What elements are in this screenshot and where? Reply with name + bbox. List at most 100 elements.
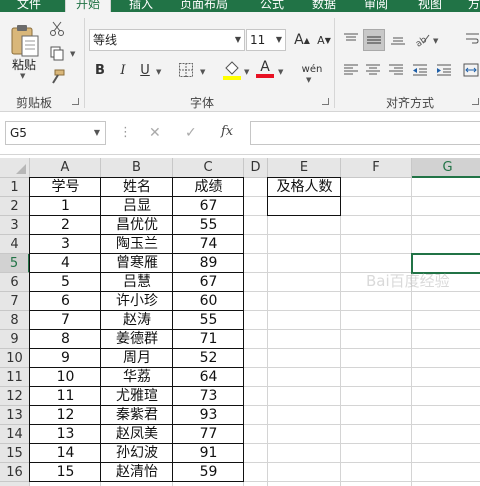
cell-e7[interactable] [268, 292, 341, 311]
cell-b11[interactable]: 华荔 [101, 368, 173, 387]
cell-c10[interactable]: 52 [173, 349, 244, 368]
cell-a2[interactable]: 1 [30, 197, 101, 216]
row-header-11[interactable]: 11 [0, 368, 30, 387]
tab-file[interactable]: 文件 [17, 0, 41, 12]
cell-a9[interactable]: 8 [30, 330, 101, 349]
clipboard-launcher-icon[interactable] [72, 98, 79, 105]
align-bottom-icon[interactable] [388, 29, 408, 49]
cell-e5[interactable] [268, 254, 341, 273]
cell-e1[interactable]: 及格人数 [268, 178, 341, 197]
underline-button[interactable]: U [135, 60, 155, 80]
fill-color-dropdown-icon[interactable]: ▼ [244, 68, 249, 76]
row-header-2[interactable]: 2 [0, 197, 30, 216]
cell-b12[interactable]: 尤雅瑄 [101, 387, 173, 406]
cell-e13[interactable] [268, 406, 341, 425]
cell-a4[interactable]: 3 [30, 235, 101, 254]
column-header-a[interactable]: A [30, 158, 101, 178]
row-header-9[interactable]: 9 [0, 330, 30, 349]
cell-a16[interactable]: 15 [30, 463, 101, 482]
cell-c12[interactable]: 73 [173, 387, 244, 406]
increase-indent-icon[interactable] [434, 60, 454, 80]
cell-a6[interactable]: 5 [30, 273, 101, 292]
font-size-select[interactable]: 11 ▼ [246, 29, 286, 51]
tab-page-layout[interactable]: 页面布局 [180, 0, 228, 12]
cell-c16[interactable]: 59 [173, 463, 244, 482]
row-header-14[interactable]: 14 [0, 425, 30, 444]
tab-home[interactable]: 开始 [65, 0, 112, 12]
font-name-select[interactable]: 等线 ▼ [89, 29, 245, 51]
cell-b6[interactable]: 吕慧 [101, 273, 173, 292]
copy-icon[interactable] [48, 44, 66, 62]
cell-a11[interactable]: 10 [30, 368, 101, 387]
cell-a7[interactable]: 6 [30, 292, 101, 311]
font-color-button[interactable]: A [255, 58, 275, 80]
cell-b14[interactable]: 赵凤美 [101, 425, 173, 444]
cancel-icon[interactable]: ✕ [149, 125, 161, 141]
cell-b10[interactable]: 周月 [101, 349, 173, 368]
cell-e3[interactable] [268, 216, 341, 235]
tab-formulas[interactable]: 公式 [260, 0, 284, 12]
cell-c15[interactable]: 91 [173, 444, 244, 463]
shrink-font-button[interactable]: A ▼ [314, 30, 334, 50]
worksheet-grid[interactable]: A B C D E F G 1 2 3 4 5 6 7 8 9 10 11 12 13 14 15 16 学号 姓名 成绩 及格人数… [0, 158, 480, 486]
cell-e11[interactable] [268, 368, 341, 387]
cell-a10[interactable]: 9 [30, 349, 101, 368]
cell-e6[interactable] [268, 273, 341, 292]
phonetic-dropdown-icon[interactable]: ▼ [306, 76, 311, 84]
align-top-icon[interactable] [341, 29, 361, 49]
decrease-indent-icon[interactable] [410, 60, 430, 80]
cell-a13[interactable]: 12 [30, 406, 101, 425]
row-header-16[interactable]: 16 [0, 463, 30, 482]
row-header-5[interactable]: 5 [0, 254, 30, 273]
cell-c3[interactable]: 55 [173, 216, 244, 235]
cell-c9[interactable]: 71 [173, 330, 244, 349]
cell-b2[interactable]: 吕显 [101, 197, 173, 216]
cell-c11[interactable]: 64 [173, 368, 244, 387]
tab-insert[interactable]: 插入 [129, 0, 153, 12]
cell-b3[interactable]: 昌优优 [101, 216, 173, 235]
align-center-icon[interactable] [363, 60, 383, 80]
row-header-6[interactable]: 6 [0, 273, 30, 292]
cell-a15[interactable]: 14 [30, 444, 101, 463]
italic-button[interactable]: I [113, 60, 133, 80]
paste-dropdown-icon[interactable]: ▼ [20, 72, 25, 80]
cell-c2[interactable]: 67 [173, 197, 244, 216]
tab-review[interactable]: 审阅 [364, 0, 388, 12]
cell-b16[interactable]: 赵清怡 [101, 463, 173, 482]
cell-b15[interactable]: 孙幻波 [101, 444, 173, 463]
orientation-icon[interactable]: ab [412, 29, 432, 49]
formula-input[interactable] [250, 121, 480, 145]
select-all-corner[interactable] [0, 158, 30, 178]
phonetic-button[interactable]: wén [298, 59, 326, 79]
cell-a14[interactable]: 13 [30, 425, 101, 444]
cell-b1[interactable]: 姓名 [101, 178, 173, 197]
align-middle-icon[interactable] [363, 29, 385, 51]
column-header-e[interactable]: E [268, 158, 341, 178]
cell-b4[interactable]: 陶玉兰 [101, 235, 173, 254]
cell-e16[interactable] [268, 463, 341, 482]
cell-b9[interactable]: 姜德群 [101, 330, 173, 349]
insert-function-icon[interactable]: fx [221, 124, 233, 139]
row-header[interactable] [0, 482, 30, 486]
bold-button[interactable]: B [90, 60, 110, 80]
border-icon[interactable] [177, 61, 195, 79]
enter-icon[interactable]: ✓ [185, 125, 197, 141]
cell-a3[interactable]: 2 [30, 216, 101, 235]
grow-font-button[interactable]: A ▲ [292, 30, 312, 50]
merge-center-icon[interactable] [462, 60, 480, 80]
row-header-12[interactable]: 12 [0, 387, 30, 406]
cell-b5[interactable]: 曾寒雁 [101, 254, 173, 273]
cell-e10[interactable] [268, 349, 341, 368]
alignment-launcher-icon[interactable] [472, 98, 479, 105]
column-header-c[interactable]: C [173, 158, 244, 178]
cell-e15[interactable] [268, 444, 341, 463]
column-header-g[interactable]: G [412, 158, 480, 178]
cell-e4[interactable] [268, 235, 341, 254]
cell-c8[interactable]: 55 [173, 311, 244, 330]
paste-icon[interactable] [8, 22, 42, 60]
cell-a1[interactable]: 学号 [30, 178, 101, 197]
cell-c7[interactable]: 60 [173, 292, 244, 311]
row-header-15[interactable]: 15 [0, 444, 30, 463]
name-box[interactable]: G5 ▼ [5, 121, 106, 145]
cell-e9[interactable] [268, 330, 341, 349]
